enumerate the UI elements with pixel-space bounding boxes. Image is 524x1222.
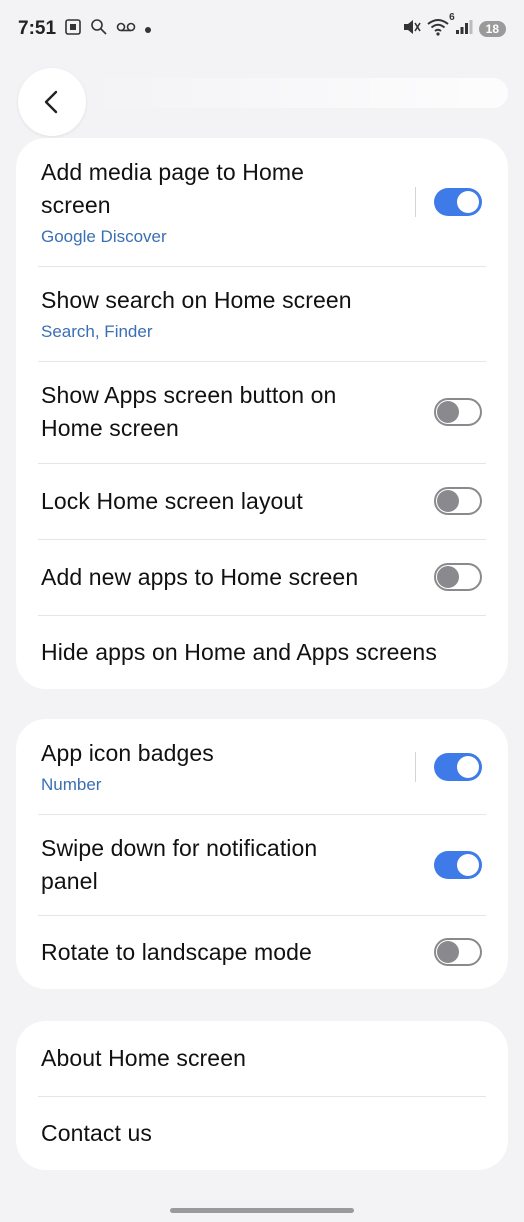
signal-icon — [455, 19, 473, 39]
header-placeholder — [80, 78, 508, 108]
mute-vibrate-icon — [401, 18, 421, 40]
setting-title: Add media page to Home screen — [41, 159, 305, 218]
about-home-screen-link[interactable]: About Home screen — [16, 1021, 508, 1096]
divider — [415, 751, 416, 782]
setting-title: App icon badges — [41, 740, 214, 766]
setting-title: Lock Home screen layout — [41, 487, 303, 514]
setting-title: Rotate to landscape mode — [41, 938, 312, 965]
home-indicator[interactable] — [170, 1208, 354, 1213]
toggle-knob — [437, 401, 459, 423]
app-icon-badges-toggle[interactable] — [434, 752, 482, 781]
contact-us-link[interactable]: Contact us — [16, 1096, 508, 1170]
setting-title: Swipe down for notification panel — [41, 834, 318, 894]
setting-rotate-landscape[interactable]: Rotate to landscape mode — [16, 915, 508, 989]
about-card: About Home screen Contact us — [16, 1021, 508, 1170]
toggle-knob — [437, 566, 459, 588]
toggle-knob — [437, 941, 459, 963]
lock-layout-toggle[interactable] — [434, 487, 482, 515]
add-media-page-toggle[interactable] — [434, 188, 482, 216]
setting-lock-layout[interactable]: Lock Home screen layout — [16, 463, 508, 539]
divider — [415, 187, 416, 217]
add-new-apps-toggle[interactable] — [434, 563, 482, 591]
apps-screen-button-toggle[interactable] — [434, 398, 482, 426]
chevron-left-icon — [44, 90, 58, 114]
home-settings-card: Add media page to Home screen Google Dis… — [16, 138, 508, 689]
status-time: 7:51 — [18, 18, 57, 39]
swipe-down-notification-toggle[interactable] — [434, 850, 482, 879]
setting-title: Add new apps to Home screen — [41, 563, 359, 590]
setting-title: About Home screen — [41, 1045, 246, 1071]
dot-icon — [144, 21, 152, 38]
battery-indicator: 18 — [478, 21, 506, 37]
back-button[interactable] — [18, 68, 86, 136]
setting-swipe-down-notification[interactable]: Swipe down for notification panel — [16, 814, 508, 915]
toggle-knob — [457, 755, 479, 778]
rotate-landscape-toggle[interactable] — [434, 938, 482, 966]
screenshot-icon — [64, 18, 82, 40]
search-assist-icon — [90, 18, 108, 40]
setting-subtitle: Google Discover — [41, 227, 167, 246]
setting-title: Contact us — [41, 1119, 152, 1146]
toggle-knob — [437, 490, 459, 512]
setting-title: Show Apps screen button on Home screen — [41, 382, 337, 441]
setting-subtitle: Number — [41, 775, 102, 794]
toggle-knob — [457, 853, 479, 876]
status-bar: 7:51 6 18 — [0, 0, 524, 58]
setting-add-media-page[interactable]: Add media page to Home screen Google Dis… — [16, 138, 508, 266]
wifi-label: 6 — [449, 12, 455, 23]
setting-subtitle: Search, Finder — [41, 322, 153, 341]
setting-apps-screen-button[interactable]: Show Apps screen button on Home screen — [16, 361, 508, 463]
setting-add-new-apps[interactable]: Add new apps to Home screen — [16, 539, 508, 615]
setting-title: Hide apps on Home and Apps screens — [41, 638, 437, 665]
setting-app-icon-badges[interactable]: App icon badges Number — [16, 719, 508, 814]
setting-show-search[interactable]: Show search on Home screen Search, Finde… — [16, 266, 508, 361]
toggle-knob — [457, 191, 479, 213]
voicemail-icon — [116, 20, 136, 38]
wifi-icon: 6 — [427, 12, 455, 40]
setting-hide-apps[interactable]: Hide apps on Home and Apps screens — [16, 615, 508, 689]
notification-settings-card: App icon badges Number Swipe down for no… — [16, 719, 508, 989]
setting-title: Show search on Home screen — [41, 287, 352, 313]
